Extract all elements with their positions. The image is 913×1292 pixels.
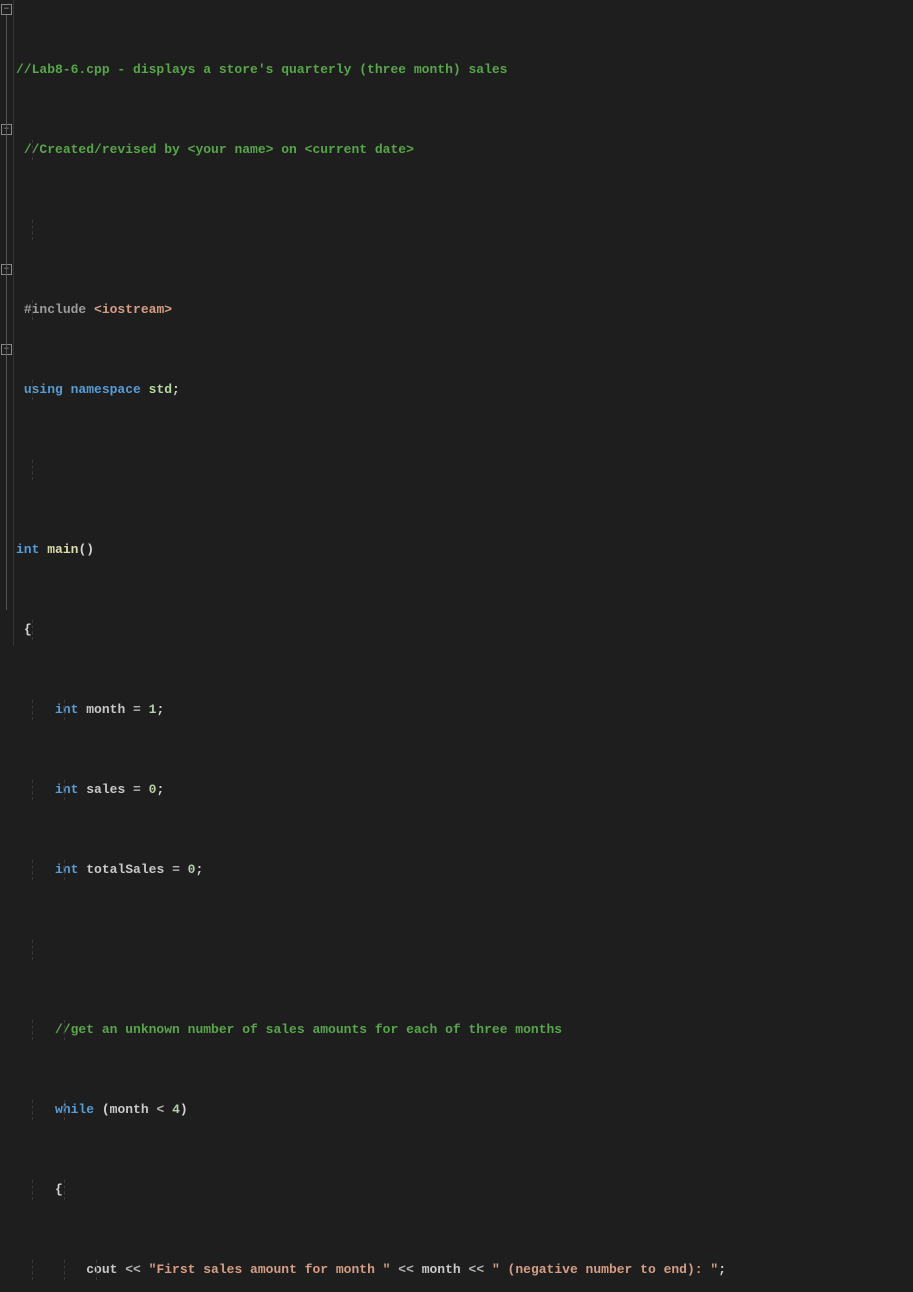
number: 0 bbox=[188, 862, 196, 877]
number: 4 bbox=[172, 1102, 180, 1117]
code-line[interactable]: #include <iostream> bbox=[14, 300, 749, 320]
operator: << bbox=[390, 1262, 421, 1277]
number: 1 bbox=[149, 702, 157, 717]
type: int bbox=[55, 862, 86, 877]
operator: = bbox=[133, 782, 149, 797]
preproc: #include bbox=[24, 302, 94, 317]
paren: ( bbox=[102, 1102, 110, 1117]
code-line[interactable] bbox=[14, 940, 749, 960]
identifier: month bbox=[422, 1262, 461, 1277]
code-line[interactable]: while (month < 4) bbox=[14, 1100, 749, 1120]
operator: < bbox=[156, 1102, 172, 1117]
code-line[interactable]: //Created/revised by <your name> on <cur… bbox=[14, 140, 749, 160]
operator: << bbox=[461, 1262, 492, 1277]
punct: ; bbox=[172, 382, 180, 397]
type: int bbox=[55, 782, 86, 797]
punct: ; bbox=[195, 862, 203, 877]
identifier: month bbox=[86, 702, 133, 717]
keyword: while bbox=[55, 1102, 102, 1117]
brace: { bbox=[24, 622, 32, 637]
code-editor: − − − − //Lab8-6.cpp - displays a store'… bbox=[0, 0, 913, 646]
fold-toggle-icon[interactable]: − bbox=[1, 4, 12, 15]
func-name: main bbox=[47, 542, 78, 557]
code-line[interactable]: int main() bbox=[14, 540, 749, 560]
include-path: <iostream> bbox=[94, 302, 172, 317]
code-area[interactable]: //Lab8-6.cpp - displays a store's quarte… bbox=[14, 0, 749, 646]
code-line[interactable] bbox=[14, 220, 749, 240]
operator: = bbox=[133, 702, 149, 717]
paren: ) bbox=[180, 1102, 188, 1117]
comment-text: //get an unknown number of sales amounts… bbox=[55, 1022, 562, 1037]
comment-text: //Created/revised by <your name> on <cur… bbox=[24, 142, 414, 157]
code-line[interactable]: int totalSales = 0; bbox=[14, 860, 749, 880]
type: int bbox=[55, 702, 86, 717]
code-line[interactable]: //Lab8-6.cpp - displays a store's quarte… bbox=[14, 60, 749, 80]
code-line[interactable]: cout << "First sales amount for month " … bbox=[14, 1260, 749, 1280]
code-line[interactable]: int sales = 0; bbox=[14, 780, 749, 800]
code-line[interactable] bbox=[14, 460, 749, 480]
operator: << bbox=[125, 1262, 148, 1277]
code-line[interactable]: using namespace std; bbox=[14, 380, 749, 400]
parens: () bbox=[78, 542, 94, 557]
punct: ; bbox=[156, 702, 164, 717]
brace: { bbox=[55, 1182, 63, 1197]
identifier: month bbox=[110, 1102, 157, 1117]
punct: ; bbox=[156, 782, 164, 797]
fold-guide-line bbox=[6, 15, 7, 610]
identifier: totalSales bbox=[86, 862, 172, 877]
keyword: using bbox=[24, 382, 71, 397]
code-line[interactable]: { bbox=[14, 1180, 749, 1200]
string: "First sales amount for month " bbox=[149, 1262, 391, 1277]
comment-text: //Lab8-6.cpp - displays a store's quarte… bbox=[16, 60, 749, 80]
identifier: cout bbox=[86, 1262, 125, 1277]
identifier: sales bbox=[86, 782, 133, 797]
code-line[interactable]: { bbox=[14, 620, 749, 640]
operator: = bbox=[172, 862, 188, 877]
code-line[interactable]: int month = 1; bbox=[14, 700, 749, 720]
fold-gutter: − − − − bbox=[0, 0, 14, 646]
punct: ; bbox=[718, 1262, 726, 1277]
number: 0 bbox=[149, 782, 157, 797]
code-line[interactable]: //get an unknown number of sales amounts… bbox=[14, 1020, 749, 1040]
string: " (negative number to end): " bbox=[492, 1262, 718, 1277]
namespace: std bbox=[149, 382, 172, 397]
keyword: namespace bbox=[71, 382, 149, 397]
type: int bbox=[16, 542, 47, 557]
